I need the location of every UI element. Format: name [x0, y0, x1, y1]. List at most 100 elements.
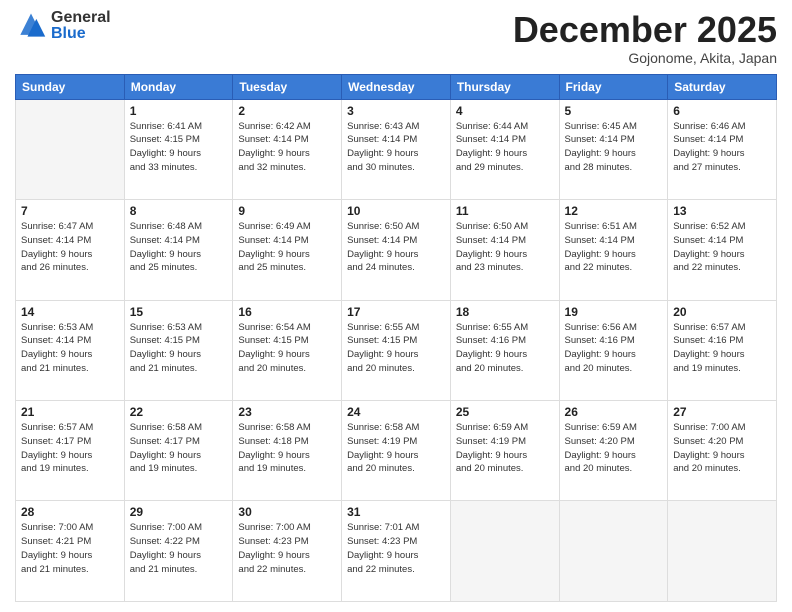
title-area: December 2025 Gojonome, Akita, Japan	[513, 10, 777, 66]
logo-texts: General Blue	[51, 10, 111, 42]
day-info-line: Sunset: 4:14 PM	[565, 234, 663, 248]
day-info-line: Sunrise: 6:55 AM	[456, 321, 554, 335]
day-info-line: Daylight: 9 hours	[456, 449, 554, 463]
day-info-line: Sunset: 4:16 PM	[565, 334, 663, 348]
day-number: 23	[238, 405, 336, 419]
day-info-line: Sunrise: 6:43 AM	[347, 120, 445, 134]
calendar-day-cell: 24 Sunrise: 6:58 AMSunset: 4:19 PMDayligh…	[342, 401, 451, 501]
day-info-line: Sunset: 4:15 PM	[238, 334, 336, 348]
day-info-line: and 22 minutes.	[565, 261, 663, 275]
day-info-line: and 21 minutes.	[130, 563, 228, 577]
calendar-day-cell: 23 Sunrise: 6:58 AMSunset: 4:18 PMDayligh…	[233, 401, 342, 501]
day-info: Sunrise: 7:01 AMSunset: 4:23 PMDaylight:…	[347, 521, 445, 576]
day-number: 25	[456, 405, 554, 419]
day-info-line: Sunrise: 6:47 AM	[21, 220, 119, 234]
day-number: 6	[673, 104, 771, 118]
calendar-day-cell: 2Sunrise: 6:42 AMSunset: 4:14 PMDaylight…	[233, 99, 342, 199]
day-info-line: Sunset: 4:14 PM	[456, 234, 554, 248]
calendar-day-cell	[450, 501, 559, 602]
day-info-line: and 22 minutes.	[238, 563, 336, 577]
calendar-header-row: SundayMondayTuesdayWednesdayThursdayFrid…	[16, 74, 777, 99]
day-info: Sunrise: 6:58 AMSunset: 4:18 PMDaylight:…	[238, 421, 336, 476]
day-info: Sunrise: 6:50 AMSunset: 4:14 PMDaylight:…	[347, 220, 445, 275]
day-info-line: Sunset: 4:23 PM	[238, 535, 336, 549]
day-number: 19	[565, 305, 663, 319]
day-info-line: Daylight: 9 hours	[238, 348, 336, 362]
calendar-day-cell: 19 Sunrise: 6:56 AMSunset: 4:16 PMDayligh…	[559, 300, 668, 400]
day-of-week-header: Monday	[124, 74, 233, 99]
day-info-line: Sunset: 4:14 PM	[347, 234, 445, 248]
day-of-week-header: Tuesday	[233, 74, 342, 99]
day-info: Sunrise: 6:58 AMSunset: 4:19 PMDaylight:…	[347, 421, 445, 476]
day-info-line: and 20 minutes.	[238, 362, 336, 376]
calendar-day-cell	[16, 99, 125, 199]
day-number: 3	[347, 104, 445, 118]
day-info-line: Sunrise: 6:57 AM	[21, 421, 119, 435]
day-info-line: and 21 minutes.	[21, 362, 119, 376]
calendar-day-cell: 27Sunrise: 7:00 AMSunset: 4:20 PMDayligh…	[668, 401, 777, 501]
calendar-day-cell: 9Sunrise: 6:49 AMSunset: 4:14 PMDaylight…	[233, 200, 342, 300]
calendar-week-row: 14Sunrise: 6:53 AMSunset: 4:14 PMDayligh…	[16, 300, 777, 400]
day-number: 30	[238, 505, 336, 519]
calendar-day-cell: 26Sunrise: 6:59 AMSunset: 4:20 PMDayligh…	[559, 401, 668, 501]
day-info-line: and 19 minutes.	[21, 462, 119, 476]
day-info-line: and 26 minutes.	[21, 261, 119, 275]
day-info-line: Sunset: 4:14 PM	[565, 133, 663, 147]
day-info-line: Sunrise: 6:48 AM	[130, 220, 228, 234]
day-info: Sunrise: 7:00 AMSunset: 4:20 PMDaylight:…	[673, 421, 771, 476]
day-info-line: Sunset: 4:23 PM	[347, 535, 445, 549]
calendar-day-cell: 31Sunrise: 7:01 AMSunset: 4:23 PMDayligh…	[342, 501, 451, 602]
day-info-line: Sunset: 4:17 PM	[130, 435, 228, 449]
day-number: 24	[347, 405, 445, 419]
day-info: Sunrise: 6:54 AMSunset: 4:15 PMDaylight:…	[238, 321, 336, 376]
day-number: 14	[21, 305, 119, 319]
logo-icon	[15, 10, 47, 42]
day-info-line: Sunrise: 6:58 AM	[238, 421, 336, 435]
day-info: Sunrise: 6:51 AMSunset: 4:14 PMDaylight:…	[565, 220, 663, 275]
day-info-line: Daylight: 9 hours	[673, 449, 771, 463]
calendar-day-cell: 11Sunrise: 6:50 AMSunset: 4:14 PMDayligh…	[450, 200, 559, 300]
day-info-line: Daylight: 9 hours	[565, 449, 663, 463]
day-info-line: Sunset: 4:14 PM	[673, 234, 771, 248]
day-number: 8	[130, 204, 228, 218]
day-info-line: and 32 minutes.	[238, 161, 336, 175]
day-info-line: Daylight: 9 hours	[238, 147, 336, 161]
day-info: Sunrise: 6:56 AMSunset: 4:16 PMDaylight:…	[565, 321, 663, 376]
day-number: 26	[565, 405, 663, 419]
calendar-week-row: 28Sunrise: 7:00 AMSunset: 4:21 PMDayligh…	[16, 501, 777, 602]
day-number: 29	[130, 505, 228, 519]
calendar-day-cell: 30Sunrise: 7:00 AMSunset: 4:23 PMDayligh…	[233, 501, 342, 602]
day-info-line: Sunrise: 6:44 AM	[456, 120, 554, 134]
day-info-line: Daylight: 9 hours	[456, 147, 554, 161]
day-number: 5	[565, 104, 663, 118]
day-info: Sunrise: 6:59 AMSunset: 4:19 PMDaylight:…	[456, 421, 554, 476]
day-info-line: Daylight: 9 hours	[347, 549, 445, 563]
day-info-line: Daylight: 9 hours	[673, 147, 771, 161]
day-info-line: Sunrise: 6:49 AM	[238, 220, 336, 234]
calendar-day-cell: 25 Sunrise: 6:59 AMSunset: 4:19 PMDayligh…	[450, 401, 559, 501]
day-info-line: Sunrise: 6:42 AM	[238, 120, 336, 134]
calendar-week-row: 21Sunrise: 6:57 AMSunset: 4:17 PMDayligh…	[16, 401, 777, 501]
day-info-line: and 27 minutes.	[673, 161, 771, 175]
day-info-line: Sunrise: 6:58 AM	[347, 421, 445, 435]
day-info-line: Sunrise: 6:53 AM	[130, 321, 228, 335]
day-number: 4	[456, 104, 554, 118]
day-info-line: and 20 minutes.	[673, 462, 771, 476]
day-info-line: Daylight: 9 hours	[456, 248, 554, 262]
calendar-day-cell: 6Sunrise: 6:46 AMSunset: 4:14 PMDaylight…	[668, 99, 777, 199]
day-number: 7	[21, 204, 119, 218]
day-info-line: Sunrise: 6:55 AM	[347, 321, 445, 335]
day-info-line: Daylight: 9 hours	[673, 348, 771, 362]
calendar-day-cell: 15Sunrise: 6:53 AMSunset: 4:15 PMDayligh…	[124, 300, 233, 400]
day-info-line: Daylight: 9 hours	[673, 248, 771, 262]
day-info-line: Sunset: 4:16 PM	[456, 334, 554, 348]
day-info-line: Sunrise: 6:45 AM	[565, 120, 663, 134]
day-info-line: Daylight: 9 hours	[238, 248, 336, 262]
calendar-week-row: 7Sunrise: 6:47 AMSunset: 4:14 PMDaylight…	[16, 200, 777, 300]
day-info: Sunrise: 6:57 AMSunset: 4:17 PMDaylight:…	[21, 421, 119, 476]
day-info-line: and 19 minutes.	[238, 462, 336, 476]
calendar-day-cell: 18Sunrise: 6:55 AMSunset: 4:16 PMDayligh…	[450, 300, 559, 400]
calendar-day-cell	[668, 501, 777, 602]
day-number: 20	[673, 305, 771, 319]
day-info-line: and 20 minutes.	[456, 462, 554, 476]
